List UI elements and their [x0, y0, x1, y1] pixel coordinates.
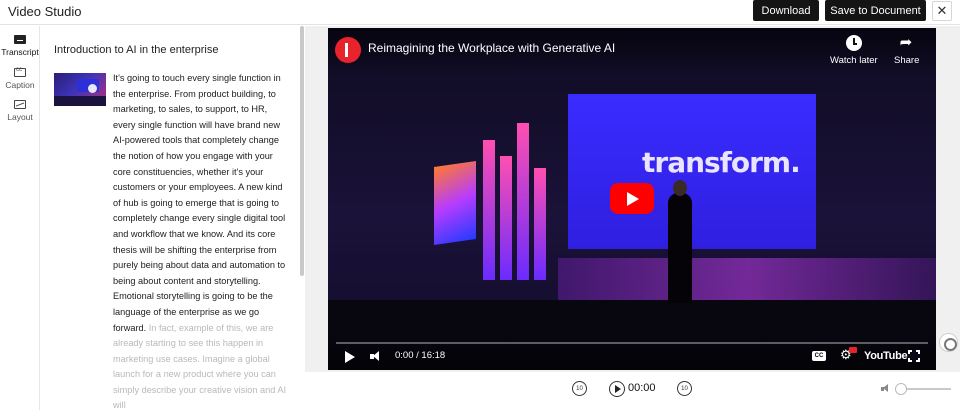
video-thumbnail[interactable] — [54, 73, 106, 106]
watch-later-button[interactable]: Watch later — [830, 35, 878, 66]
caption-icon — [14, 67, 26, 77]
share-button[interactable]: Share — [894, 33, 920, 66]
rail-item-label: Layout — [7, 112, 33, 122]
transcript-text-upcoming: In fact, example of this, we are already… — [113, 322, 287, 410]
speaker — [668, 193, 692, 303]
watch-later-label: Watch later — [830, 55, 878, 66]
share-label: Share — [894, 55, 920, 66]
transcript-panel: Introduction to AI in the enterprise It'… — [40, 26, 305, 410]
rail-item-transcript[interactable]: Transcript — [0, 35, 40, 57]
download-button[interactable]: Download — [753, 0, 819, 21]
stage-screen-text: transform. — [642, 146, 801, 179]
transcript-title: Introduction to AI in the enterprise — [54, 44, 219, 56]
video-studio-app: Video Studio Download Save to Document ✕… — [0, 0, 960, 410]
rail-item-caption[interactable]: Caption — [0, 67, 40, 90]
hd-badge-icon — [849, 347, 857, 353]
left-rail: Transcript Caption Layout — [0, 26, 40, 410]
transcript-text: It's going to touch every single functio… — [113, 71, 288, 410]
rail-item-layout[interactable]: Layout — [0, 100, 40, 122]
channel-logo-icon[interactable] — [335, 37, 361, 63]
close-icon[interactable]: ✕ — [932, 1, 952, 21]
volume-icon[interactable] — [881, 384, 890, 393]
transport-time: 00:00 — [628, 382, 656, 394]
clock-icon — [845, 35, 862, 51]
side-toggle-icon[interactable] — [939, 333, 958, 352]
youtube-play-button[interactable] — [610, 183, 654, 214]
top-bar: Video Studio Download Save to Document ✕ — [0, 0, 960, 25]
volume-icon[interactable] — [370, 350, 382, 362]
volume-slider-thumb[interactable] — [894, 383, 907, 395]
layout-icon — [14, 100, 26, 109]
transcript-text-active: It's going to touch every single functio… — [113, 73, 286, 333]
share-icon — [899, 33, 915, 51]
save-to-document-button[interactable]: Save to Document — [825, 0, 926, 21]
video-title[interactable]: Reimagining the Workplace with Generativ… — [368, 41, 615, 55]
video-time: 0:00 / 16:18 — [395, 350, 446, 361]
app-title: Video Studio — [8, 4, 82, 19]
rail-item-label: Caption — [5, 80, 35, 90]
video-header: Reimagining the Workplace with Generativ… — [328, 28, 936, 76]
forward-icon[interactable]: 10 — [677, 381, 692, 396]
transcript-scrollbar[interactable] — [300, 26, 304, 276]
youtube-logo[interactable]: YouTube — [864, 350, 908, 362]
transcript-icon — [14, 35, 26, 44]
play-icon[interactable] — [345, 351, 355, 363]
transport-bar: 10 00:00 10 — [305, 372, 960, 410]
rail-item-label: Transcript — [1, 47, 39, 57]
transport-play-icon[interactable] — [609, 381, 625, 397]
fullscreen-icon[interactable] — [908, 350, 920, 362]
rewind-icon[interactable]: 10 — [572, 381, 587, 396]
stage-side-screen — [434, 161, 476, 245]
captions-button[interactable]: CC — [812, 351, 826, 361]
video-player[interactable]: transform. Reimagining the Workplace wit… — [328, 28, 936, 370]
video-progress-bar[interactable] — [336, 342, 928, 344]
